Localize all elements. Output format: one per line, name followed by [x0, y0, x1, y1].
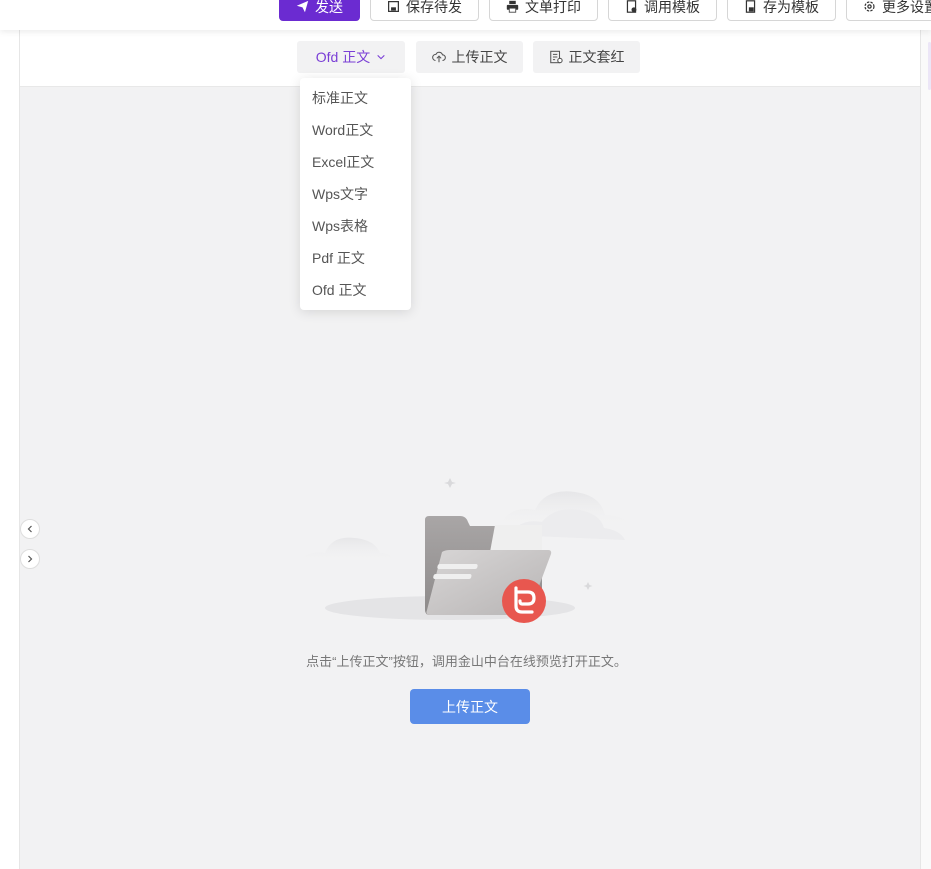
format-option-pdf[interactable]: Pdf 正文: [300, 242, 411, 274]
save-template-label: 存为模板: [763, 0, 819, 15]
template-icon: [626, 0, 637, 13]
save-template-button[interactable]: 存为模板: [727, 0, 836, 21]
document-icon: [549, 50, 563, 64]
use-template-button[interactable]: 调用模板: [608, 0, 717, 21]
document-panel: Ofd 正文 上传正文 正文套红: [19, 30, 921, 869]
use-template-label: 调用模板: [644, 0, 700, 15]
format-dropdown-menu: 标准正文 Word正文 Excel正文 Wps文字 Wps表格 Pdf 正文 O…: [300, 78, 411, 310]
save-icon: [388, 1, 399, 12]
format-option-excel[interactable]: Excel正文: [300, 146, 411, 178]
upload-document-button[interactable]: 上传正文: [416, 41, 523, 73]
format-option-ofd[interactable]: Ofd 正文: [300, 274, 411, 306]
gear-icon: [864, 1, 875, 12]
redhead-button[interactable]: 正文套红: [533, 41, 640, 73]
print-label: 文单打印: [525, 0, 581, 15]
cloud-upload-icon: [431, 51, 446, 63]
upload-document-primary-button[interactable]: 上传正文: [410, 689, 530, 724]
save-template-icon: [745, 0, 756, 13]
document-toolbar: Ofd 正文 上传正文 正文套红: [20, 30, 920, 87]
format-option-wps-sheet[interactable]: Wps表格: [300, 210, 411, 242]
collapse-left-button[interactable]: [20, 519, 40, 539]
chevron-down-icon: [377, 54, 385, 60]
chevron-right-icon: [28, 555, 33, 563]
wps-badge-icon: [502, 579, 546, 623]
format-select[interactable]: Ofd 正文: [297, 41, 405, 73]
more-settings-button[interactable]: 更多设置: [846, 0, 931, 21]
expand-right-button[interactable]: [20, 549, 40, 569]
save-draft-button[interactable]: 保存待发: [370, 0, 479, 21]
save-draft-label: 保存待发: [406, 0, 462, 15]
format-option-word[interactable]: Word正文: [300, 114, 411, 146]
print-button[interactable]: 文单打印: [489, 0, 598, 21]
top-action-bar: 发送 保存待发 文单打印 调用模板 存为模板 更多设置: [0, 0, 931, 30]
more-settings-label: 更多设置: [882, 0, 931, 15]
empty-state-message: 点击“上传正文”按钮，调用金山中台在线预览打开正文。: [306, 654, 627, 669]
format-option-standard[interactable]: 标准正文: [300, 82, 411, 114]
empty-folder-illustration: [295, 478, 632, 623]
redhead-label: 正文套红: [568, 49, 625, 65]
chevron-left-icon: [27, 525, 32, 533]
send-icon: [296, 0, 309, 13]
right-side-strip: [921, 30, 931, 869]
upload-document-label: 上传正文: [451, 49, 508, 65]
format-select-label: Ofd 正文: [315, 49, 371, 65]
format-option-wps-text[interactable]: Wps文字: [300, 178, 411, 210]
send-button-label: 发送: [315, 0, 343, 15]
print-icon: [506, 0, 519, 13]
send-button[interactable]: 发送: [279, 0, 360, 21]
